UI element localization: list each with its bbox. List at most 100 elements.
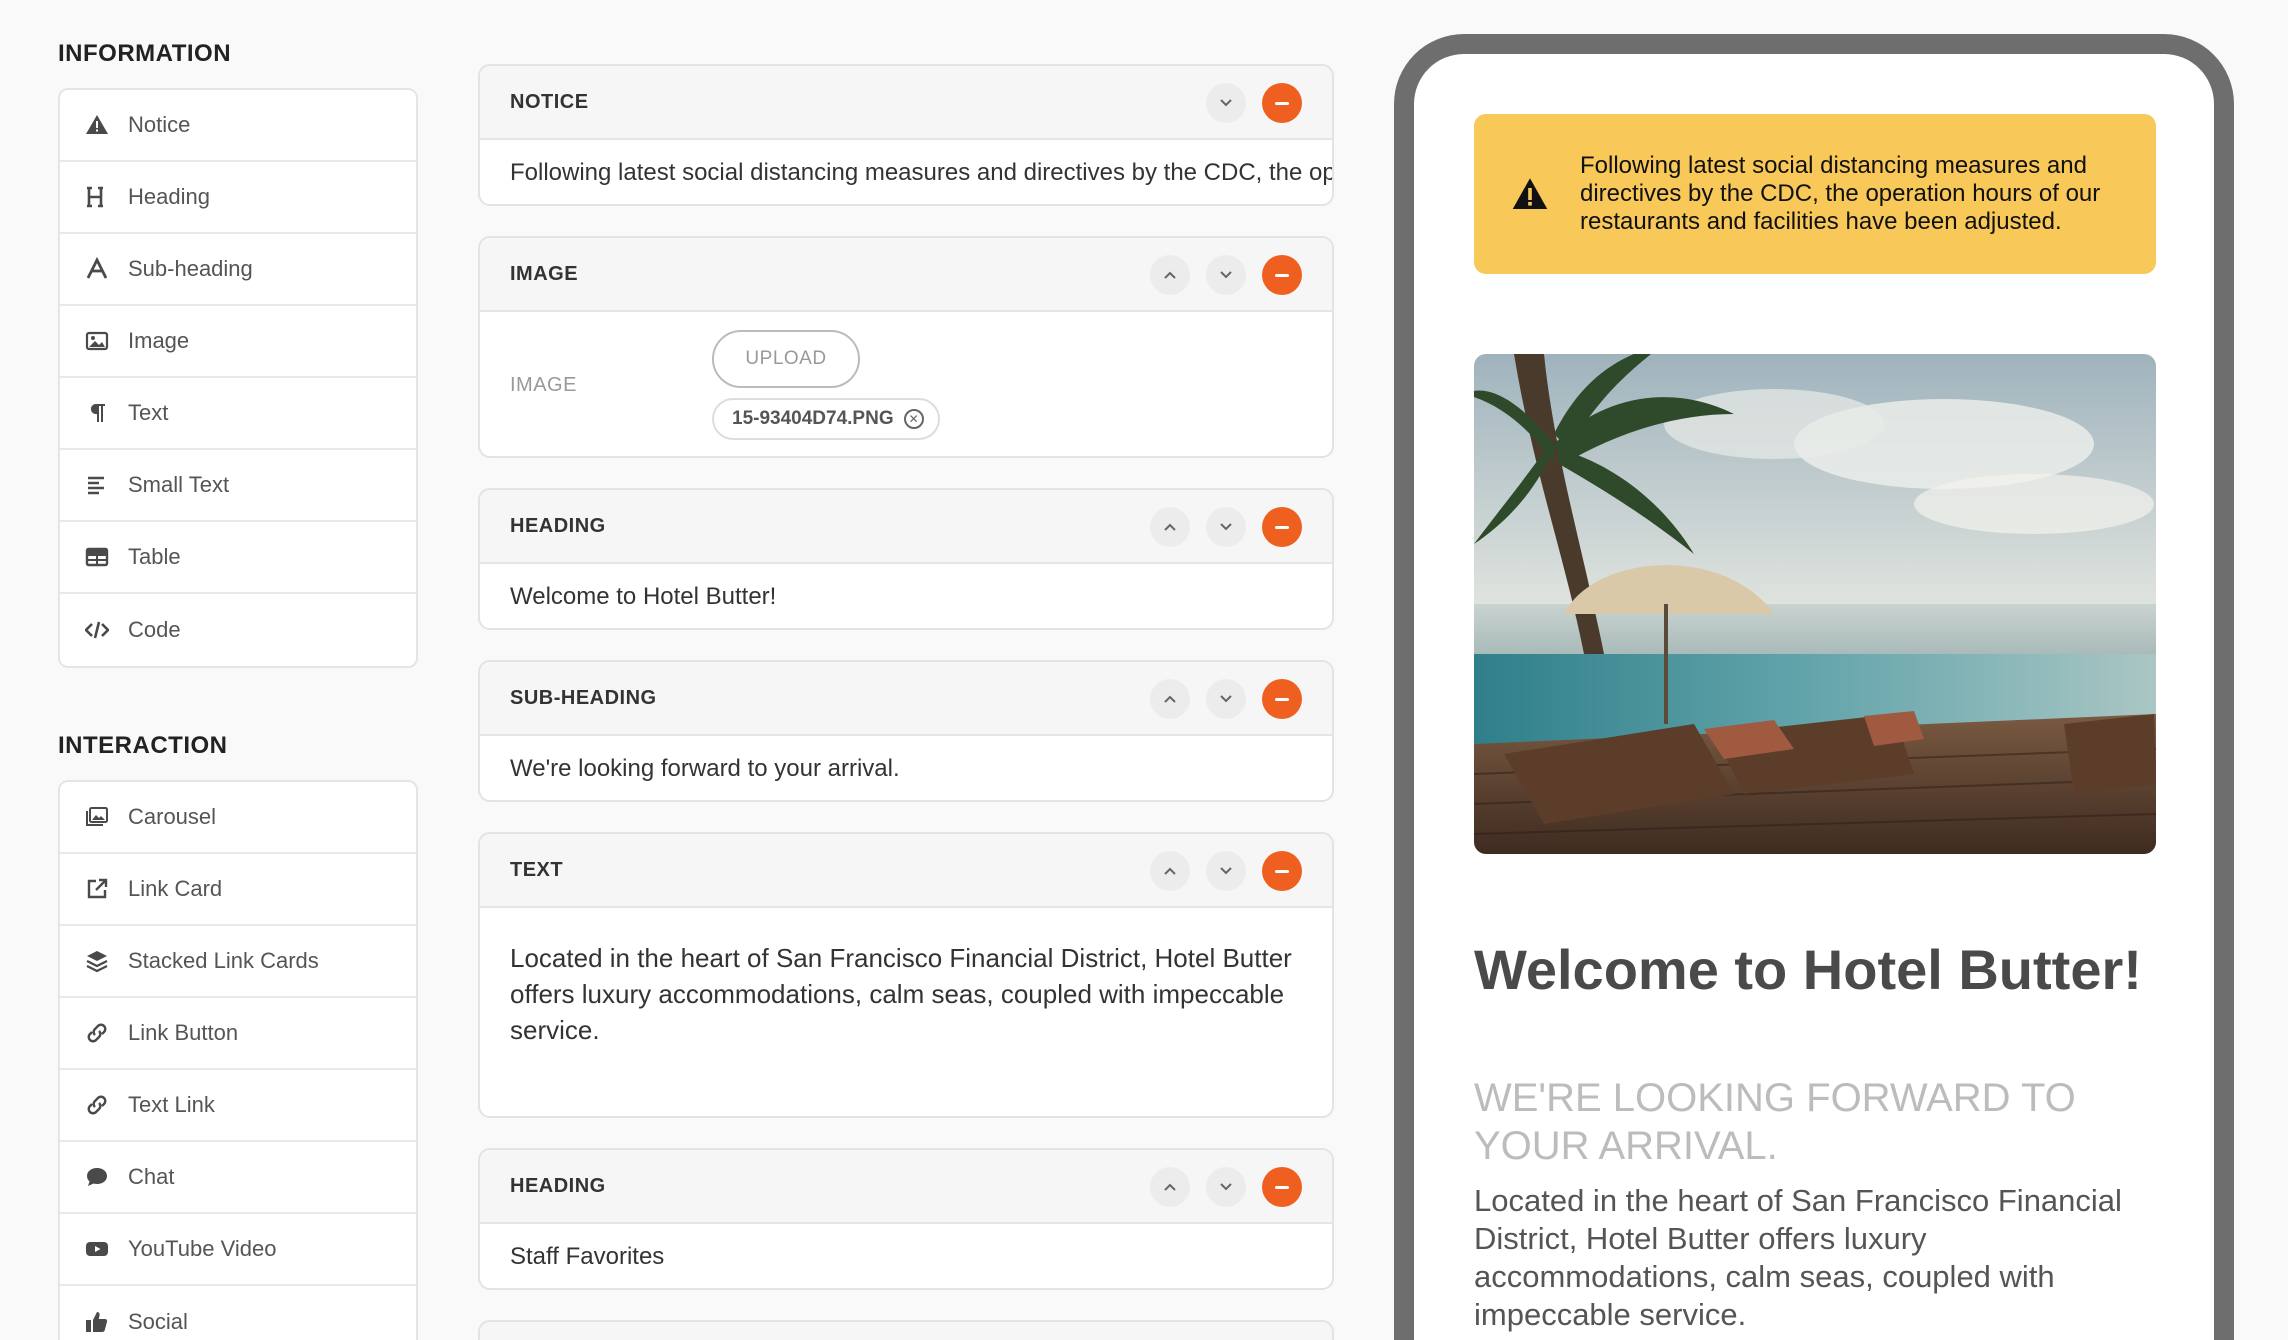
sidebar-item-carousel[interactable]: Carousel xyxy=(60,782,416,854)
move-up-button[interactable] xyxy=(1150,255,1190,295)
sidebar-item-label: Carousel xyxy=(128,804,217,829)
chevron-up-icon xyxy=(1164,867,1176,875)
block-title: NOTICE xyxy=(510,90,589,113)
file-name: 15-93404D74.PNG xyxy=(732,408,894,429)
remove-block-button[interactable] xyxy=(1262,507,1302,547)
move-down-button[interactable] xyxy=(1206,507,1246,547)
upload-button[interactable]: UPLOAD xyxy=(712,330,860,388)
heading-block-card-2: HEADING Staff Favorites xyxy=(478,1148,1334,1290)
thumbs-up-icon xyxy=(84,1309,110,1335)
chevron-up-icon xyxy=(1164,523,1176,531)
heading-block-header: HEADING xyxy=(480,490,1332,564)
interaction-list: Carousel Link Card Stacked Link Cards Li… xyxy=(58,780,418,1340)
sub-heading-block-header: SUB-HEADING xyxy=(480,662,1332,736)
minus-icon xyxy=(1275,525,1289,529)
warning-icon xyxy=(84,112,110,138)
code-icon xyxy=(84,617,110,643)
preview-text: Located in the heart of San Francisco Fi… xyxy=(1474,1183,2122,1332)
next-block-header xyxy=(480,1322,1332,1340)
sidebar-item-label: Heading xyxy=(128,184,210,209)
heading-input[interactable]: Staff Favorites xyxy=(480,1224,1332,1288)
move-up-button[interactable] xyxy=(1150,679,1190,719)
notice-block-card: NOTICE Following latest social distancin… xyxy=(478,64,1334,206)
external-link-icon xyxy=(84,876,110,902)
notice-input[interactable]: Following latest social distancing measu… xyxy=(480,140,1332,204)
link-icon xyxy=(84,1020,110,1046)
sidebar-item-chat[interactable]: Chat xyxy=(60,1142,416,1214)
next-block-card xyxy=(478,1320,1334,1340)
block-title: HEADING xyxy=(510,514,606,537)
sidebar-item-text[interactable]: Text xyxy=(60,378,416,450)
information-list: Notice Heading Sub-heading Image Text Sm… xyxy=(58,88,418,668)
sidebar-item-stacked-link-cards[interactable]: Stacked Link Cards xyxy=(60,926,416,998)
sidebar-item-link-card[interactable]: Link Card xyxy=(60,854,416,926)
heading-icon xyxy=(84,184,110,210)
move-up-button[interactable] xyxy=(1150,1167,1190,1207)
move-down-button[interactable] xyxy=(1206,851,1246,891)
minus-icon xyxy=(1275,869,1289,873)
sidebar-item-label: Notice xyxy=(128,112,191,137)
text-textarea[interactable]: Located in the heart of San Francisco Fi… xyxy=(480,908,1332,1116)
remove-block-button[interactable] xyxy=(1262,1167,1302,1207)
block-title: HEADING xyxy=(510,1174,606,1197)
mobile-preview-frame: Following latest social distancing measu… xyxy=(1394,34,2234,1340)
sidebar-item-code[interactable]: Code xyxy=(60,594,416,666)
warning-icon xyxy=(1512,178,1548,209)
sidebar-item-label: Social xyxy=(128,1309,188,1334)
heading-input[interactable]: Welcome to Hotel Butter! xyxy=(480,564,1332,628)
sidebar-item-link-button[interactable]: Link Button xyxy=(60,998,416,1070)
move-down-button[interactable] xyxy=(1206,1167,1246,1207)
sidebar-item-table[interactable]: Table xyxy=(60,522,416,594)
align-left-icon xyxy=(84,472,110,498)
chevron-down-icon xyxy=(1220,695,1232,703)
sidebar-item-social[interactable]: Social xyxy=(60,1286,416,1340)
chevron-down-icon xyxy=(1220,523,1232,531)
chevron-up-icon xyxy=(1164,695,1176,703)
preview-hero-image xyxy=(1474,354,2156,854)
sidebar-item-sub-heading[interactable]: Sub-heading xyxy=(60,234,416,306)
move-down-button[interactable] xyxy=(1206,83,1246,123)
sidebar-item-small-text[interactable]: Small Text xyxy=(60,450,416,522)
notice-block-header: NOTICE xyxy=(480,66,1332,140)
remove-block-button[interactable] xyxy=(1262,255,1302,295)
move-up-button[interactable] xyxy=(1150,851,1190,891)
chevron-down-icon xyxy=(1220,271,1232,279)
block-title: IMAGE xyxy=(510,262,579,285)
layers-icon xyxy=(84,948,110,974)
sidebar-item-heading[interactable]: Heading xyxy=(60,162,416,234)
sidebar-item-label: Table xyxy=(128,544,181,569)
heading-block-header: HEADING xyxy=(480,1150,1332,1224)
move-down-button[interactable] xyxy=(1206,679,1246,719)
remove-block-button[interactable] xyxy=(1262,679,1302,719)
youtube-icon xyxy=(84,1236,110,1262)
minus-icon xyxy=(1275,101,1289,105)
sub-heading-input[interactable]: We're looking forward to your arrival. xyxy=(480,736,1332,800)
preview-notice-text: Following latest social distancing measu… xyxy=(1580,152,2101,235)
sidebar-item-image[interactable]: Image xyxy=(60,306,416,378)
sidebar-item-text-link[interactable]: Text Link xyxy=(60,1070,416,1142)
minus-icon xyxy=(1275,273,1289,277)
sidebar-item-label: Text Link xyxy=(128,1092,215,1117)
sidebar-item-label: Image xyxy=(128,328,190,353)
text-block-card: TEXT Located in the heart of San Francis… xyxy=(478,832,1334,1118)
block-title: SUB-HEADING xyxy=(510,686,657,709)
text-block-header: TEXT xyxy=(480,834,1332,908)
remove-block-button[interactable] xyxy=(1262,851,1302,891)
move-down-button[interactable] xyxy=(1206,255,1246,295)
block-title: TEXT xyxy=(510,858,564,881)
carousel-icon xyxy=(84,804,110,830)
sidebar-item-notice[interactable]: Notice xyxy=(60,90,416,162)
close-circle-icon[interactable]: ✕ xyxy=(903,409,924,429)
preview-sub-heading: We're looking forward to your arrival. xyxy=(1474,1076,2076,1168)
preview-notice: Following latest social distancing measu… xyxy=(1474,114,2156,274)
remove-block-button[interactable] xyxy=(1262,83,1302,123)
information-section-title: INFORMATION xyxy=(58,40,232,67)
interaction-section-title: INTERACTION xyxy=(58,732,228,759)
link-icon xyxy=(84,1092,110,1118)
paragraph-icon xyxy=(84,400,110,426)
sidebar-item-label: YouTube Video xyxy=(128,1236,277,1261)
move-up-button[interactable] xyxy=(1150,507,1190,547)
chevron-up-icon xyxy=(1164,271,1176,279)
sub-heading-block-card: SUB-HEADING We're looking forward to you… xyxy=(478,660,1334,802)
sidebar-item-youtube-video[interactable]: YouTube Video xyxy=(60,1214,416,1286)
